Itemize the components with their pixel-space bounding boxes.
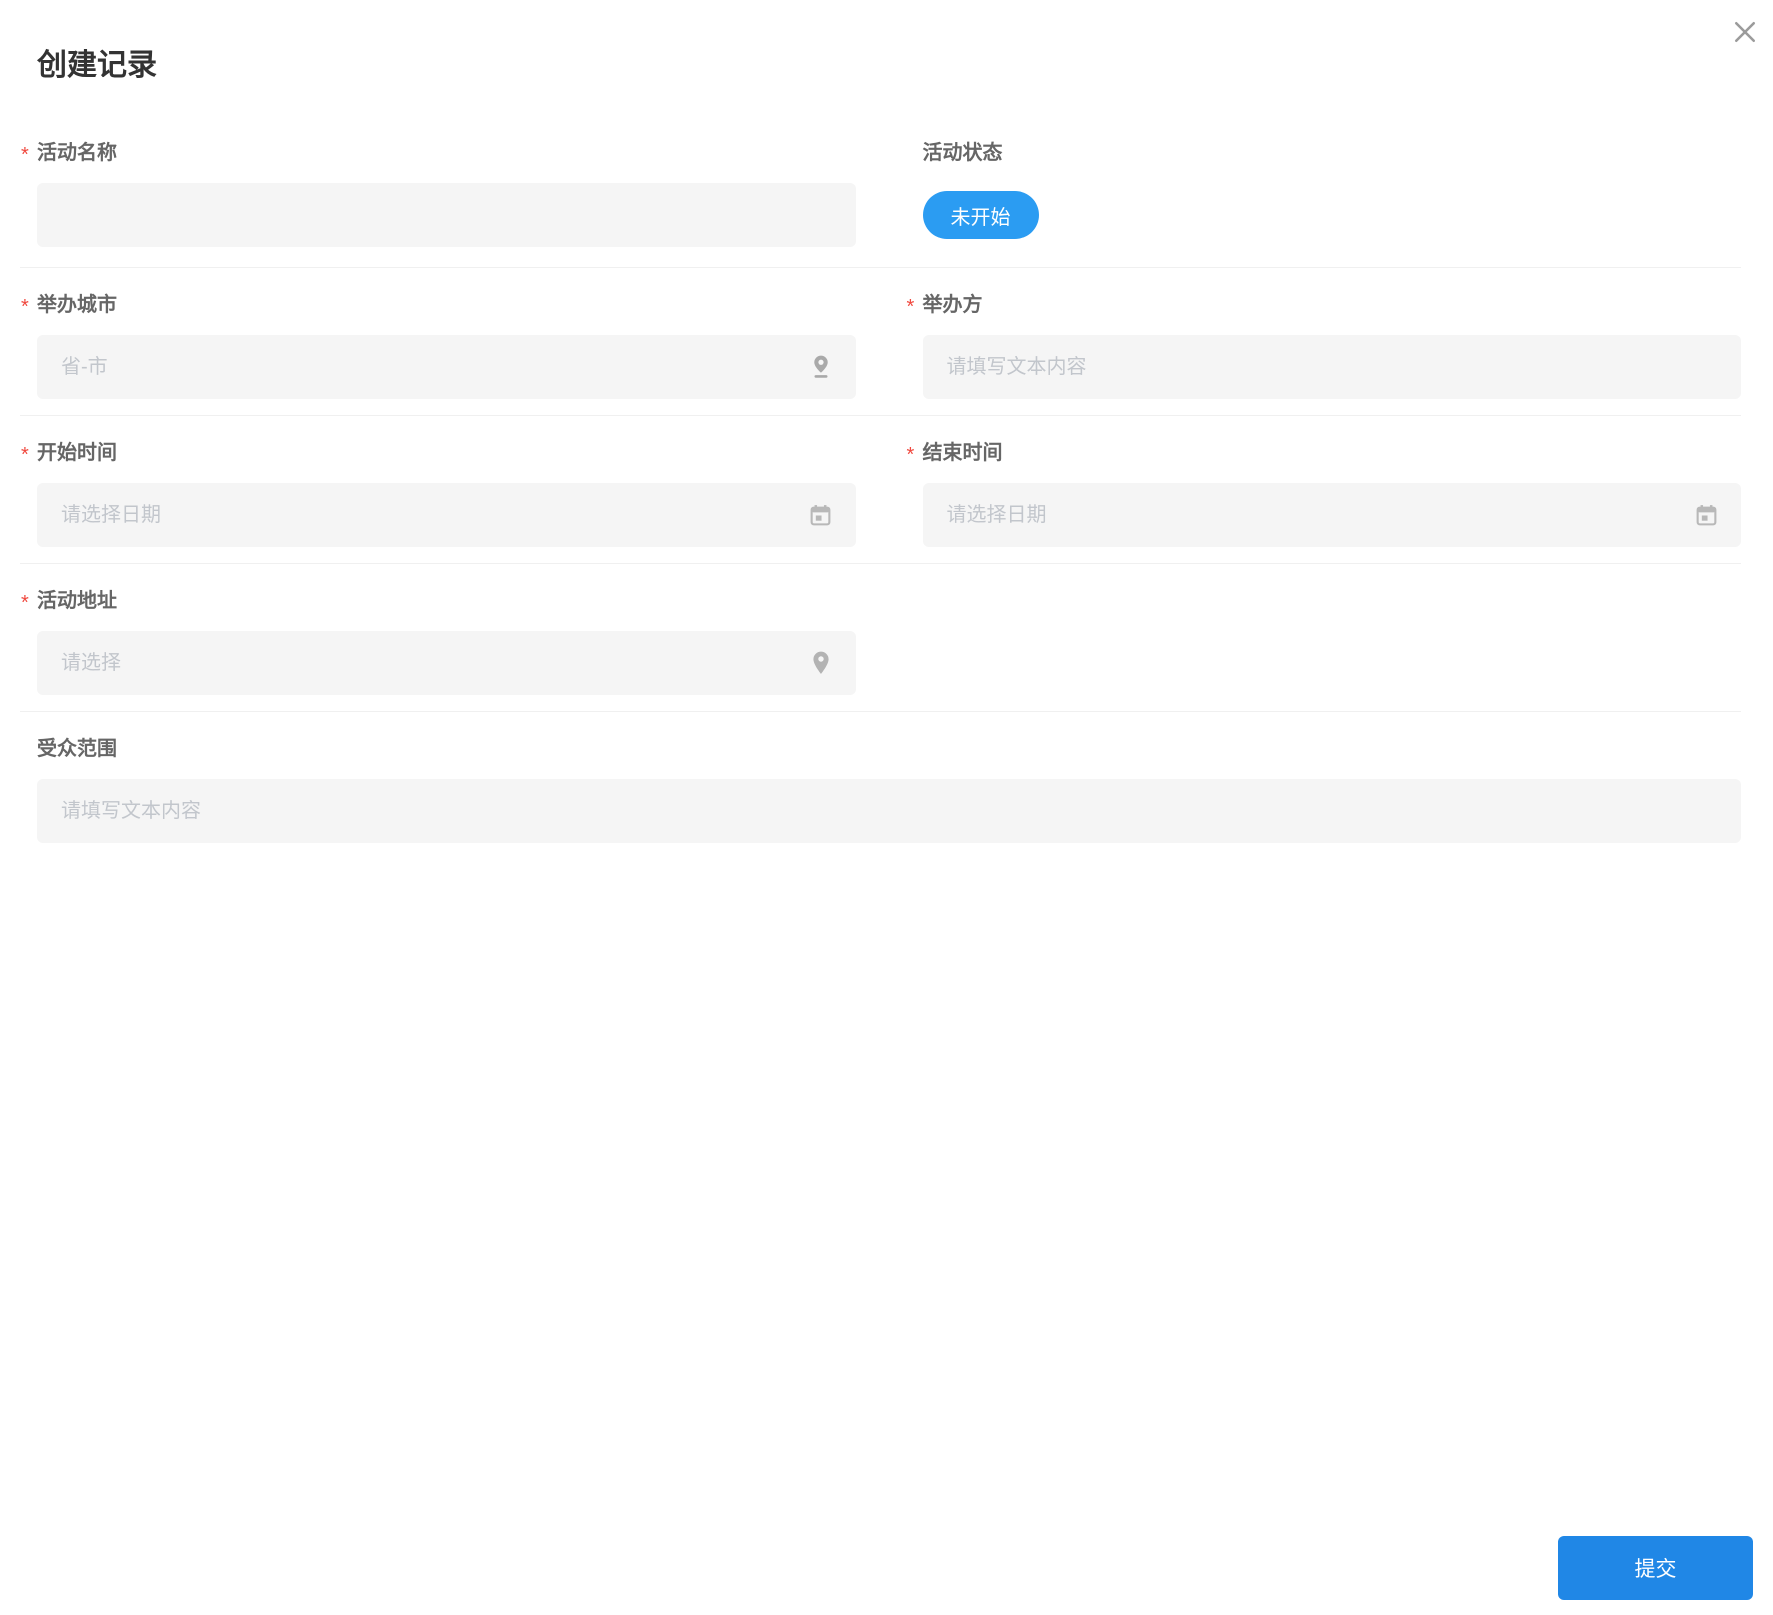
field-label-host-city: * 举办城市	[21, 294, 856, 318]
form-row-4: * 活动地址	[20, 564, 1741, 712]
required-asterisk: *	[906, 444, 915, 466]
close-icon	[1731, 18, 1759, 46]
required-asterisk: *	[906, 296, 915, 318]
location-pin-icon[interactable]	[808, 650, 834, 676]
field-organizer: * 举办方	[906, 294, 1742, 399]
field-label-activity-status: 活动状态	[923, 142, 1742, 164]
location-pin-underline-icon[interactable]	[808, 354, 834, 380]
field-label-activity-name: * 活动名称	[21, 142, 856, 166]
field-empty-slot	[906, 590, 1742, 695]
field-label-activity-address: * 活动地址	[21, 590, 856, 614]
required-asterisk: *	[21, 444, 29, 466]
form-row-3: * 开始时间 请选择日期 * 结束时间 请选择日期	[20, 416, 1741, 564]
calendar-icon[interactable]	[1693, 502, 1719, 528]
form-row-5: 受众范围	[20, 712, 1741, 859]
field-activity-name: * 活动名称	[20, 142, 856, 247]
close-button[interactable]	[1727, 14, 1763, 50]
field-start-time: * 开始时间	[20, 442, 856, 547]
required-asterisk: *	[21, 296, 29, 318]
organizer-input[interactable]	[922, 335, 1741, 399]
submit-button[interactable]: 提交	[1558, 1536, 1753, 1600]
start-time-input[interactable]	[37, 483, 856, 547]
calendar-icon[interactable]	[808, 502, 834, 528]
field-label-end-time: * 结束时间	[907, 442, 1742, 466]
field-label-text: 结束时间	[922, 442, 1003, 464]
dialog-title: 创建记录	[37, 49, 157, 82]
field-label-audience-scope: 受众范围	[37, 738, 1741, 760]
audience-scope-input[interactable]	[37, 779, 1741, 843]
field-activity-status: 活动状态 未开始	[906, 142, 1742, 247]
activity-name-input[interactable]	[37, 183, 856, 247]
field-audience-scope: 受众范围	[20, 738, 1741, 843]
field-label-text: 活动名称	[37, 142, 117, 164]
field-end-time: * 结束时间	[906, 442, 1742, 547]
field-label-text: 活动状态	[922, 142, 1003, 164]
field-label-text: 开始时间	[37, 442, 117, 464]
required-asterisk: *	[21, 144, 29, 166]
dialog-header: 创建记录	[0, 0, 1773, 86]
host-city-input[interactable]	[37, 335, 856, 399]
field-label-text: 活动地址	[37, 590, 117, 612]
field-label-start-time: * 开始时间	[21, 442, 856, 466]
end-time-input[interactable]	[922, 483, 1741, 547]
form-row-1: * 活动名称 活动状态 未开始	[20, 86, 1741, 268]
required-asterisk: *	[21, 592, 29, 614]
field-activity-address: * 活动地址	[20, 590, 856, 695]
field-label-text: 受众范围	[37, 738, 117, 760]
activity-address-input[interactable]	[37, 631, 856, 695]
field-label-text: 举办城市	[37, 294, 117, 316]
form-row-2: * 举办城市 * 举办方	[20, 268, 1741, 416]
create-record-form: * 活动名称 活动状态 未开始 * 举办城市 省-市 * 举办方 请填写文本内容…	[0, 86, 1773, 859]
create-record-dialog: 创建记录 * 活动名称 活动状态 未开始 * 举办城市 省-市 * 举办方 请填…	[0, 0, 1773, 1615]
status-tag-not-started[interactable]: 未开始	[922, 191, 1039, 239]
field-label-text: 举办方	[922, 294, 983, 316]
field-host-city: * 举办城市	[20, 294, 856, 399]
field-label-organizer: * 举办方	[907, 294, 1742, 318]
